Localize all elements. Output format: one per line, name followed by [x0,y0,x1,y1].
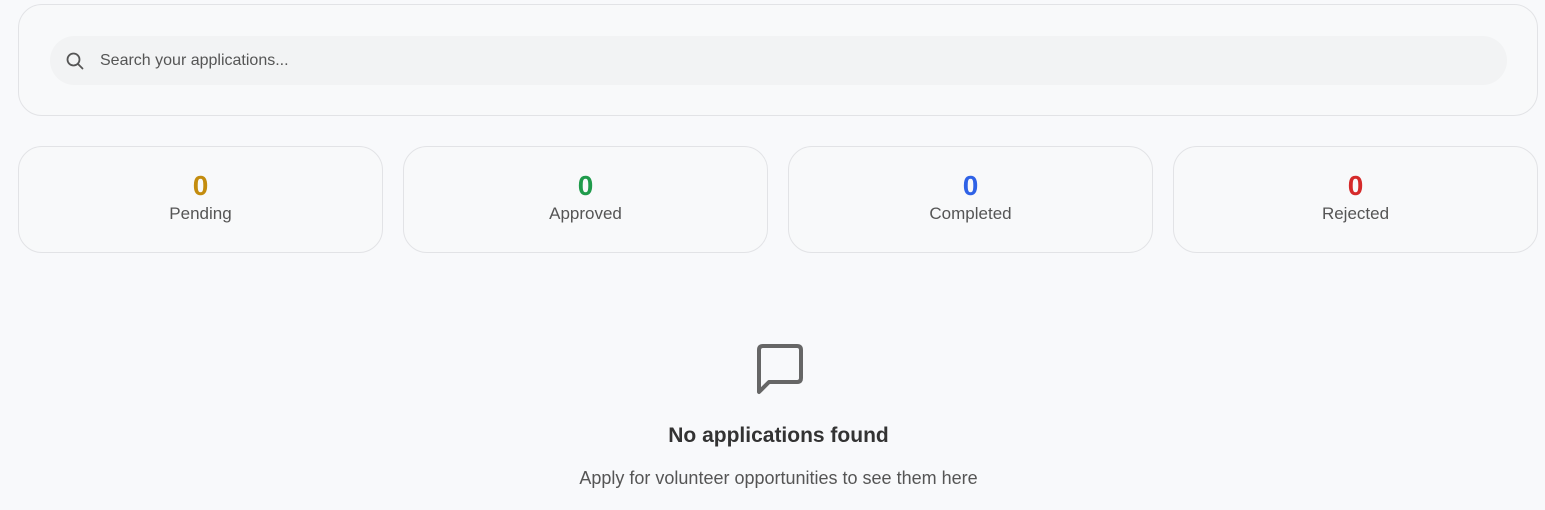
stat-value-approved: 0 [577,169,594,201]
empty-state-title: No applications found [668,424,889,447]
stat-value-pending: 0 [192,169,209,201]
stat-card-pending: 0 Pending [18,146,383,253]
stat-card-rejected: 0 Rejected [1173,146,1538,253]
empty-state-subtitle: Apply for volunteer opportunities to see… [579,468,978,488]
search-icon [65,51,85,71]
stat-value-completed: 0 [962,169,979,201]
stat-label-approved: Approved [549,203,622,223]
empty-state: No applications found Apply for voluntee… [0,340,1545,489]
stat-value-rejected: 0 [1347,169,1364,201]
stat-label-pending: Pending [169,203,232,223]
search-bar[interactable] [50,36,1507,85]
chat-bubble-icon [751,340,807,396]
stat-label-rejected: Rejected [1321,203,1390,223]
search-card [18,4,1538,116]
stat-card-completed: 0 Completed [788,146,1153,253]
stat-label-completed: Completed [929,203,1012,223]
search-input[interactable] [100,36,1507,85]
stat-card-approved: 0 Approved [403,146,768,253]
stats-row: 0 Pending 0 Approved 0 Completed 0 Rejec… [18,146,1538,253]
